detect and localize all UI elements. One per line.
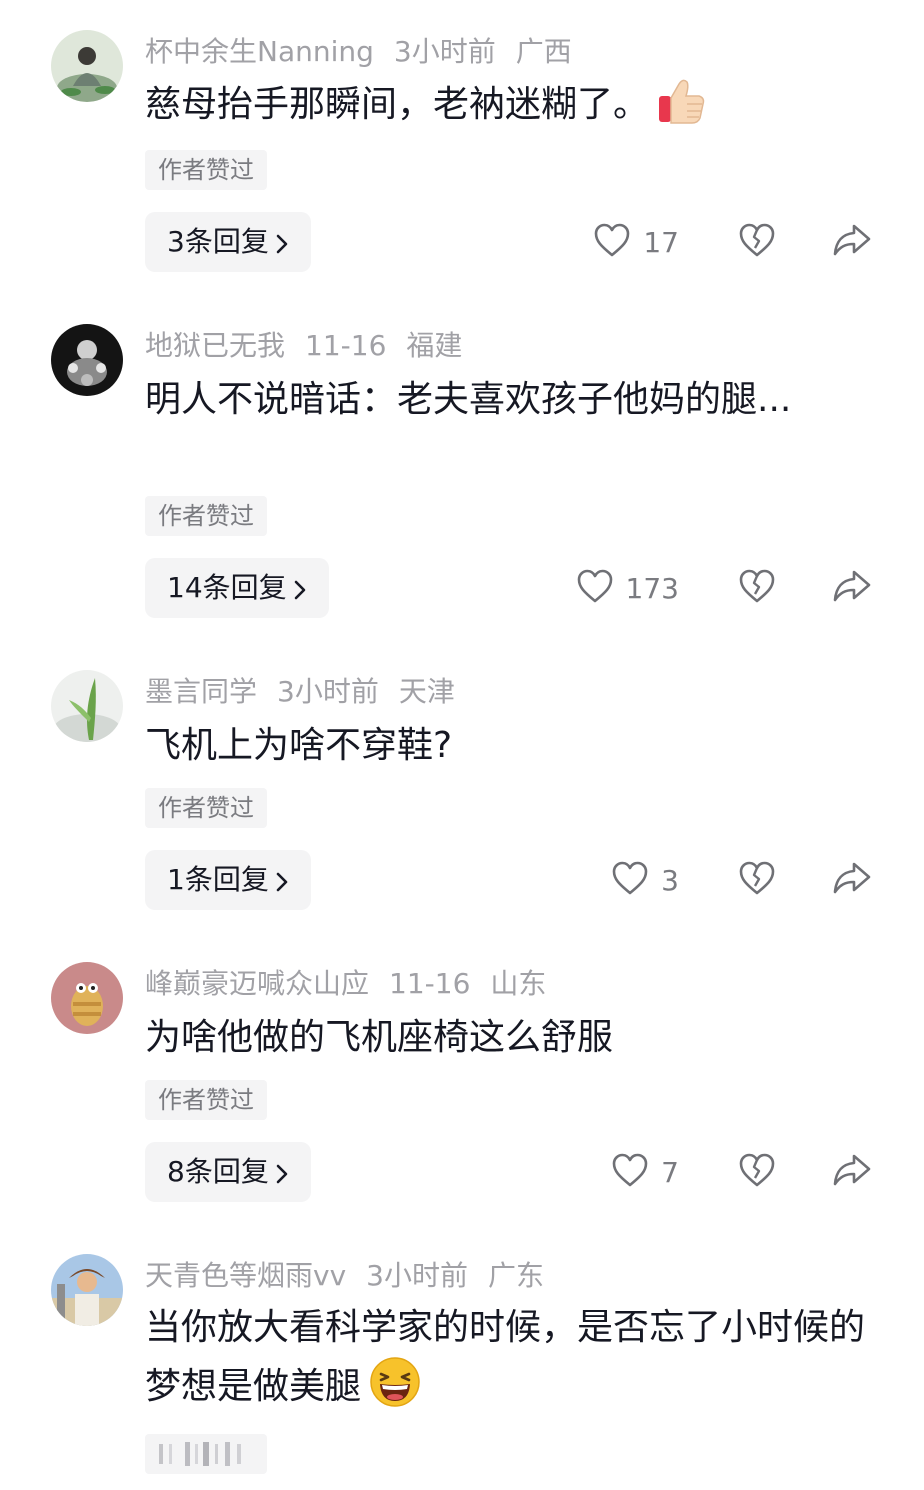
like-count: 3	[661, 863, 679, 897]
view-replies-button[interactable]: 14条回复	[145, 558, 329, 618]
like-count: 17	[643, 225, 679, 259]
comment-text: 为啥他做的飞机座椅这么舒服	[145, 1017, 614, 1058]
like-count: 173	[625, 571, 679, 605]
chevron-right-icon	[293, 562, 307, 622]
chevron-right-icon	[275, 216, 289, 276]
comment-item: 峰巅豪迈喊众山应 11-16 山东 为啥他做的飞机座椅这么舒服 作者赞过 8条回复 …	[0, 962, 924, 1212]
share-icon[interactable]	[832, 860, 872, 900]
share-icon[interactable]	[832, 222, 872, 262]
view-replies-button[interactable]: 1条回复	[145, 850, 311, 910]
view-replies-button[interactable]: 8条回复	[145, 1142, 311, 1202]
avatar[interactable]	[51, 324, 123, 396]
comment-meta: 峰巅豪迈喊众山应 11-16 山东	[145, 964, 546, 1004]
like-count: 7	[661, 1155, 679, 1189]
comment-time: 11-16	[305, 329, 387, 362]
replies-count: 1条回复	[167, 863, 269, 896]
username[interactable]: 杯中余生Nanning	[145, 32, 374, 72]
grinning-squint-face-icon	[369, 1356, 421, 1425]
comment-text-body: 当你放大看科学家的时候，是否忘了小时候的梦想是做美腿	[145, 1307, 866, 1407]
dislike-icon[interactable]	[738, 1152, 776, 1192]
comment-meta: 地狱已无我 11-16 福建	[145, 326, 462, 366]
comment-item: 墨言同学 3小时前 天津 飞机上为啥不穿鞋? 作者赞过 1条回复 3	[0, 670, 924, 920]
username[interactable]: 峰巅豪迈喊众山应	[145, 964, 369, 1004]
comment-meta: 杯中余生Nanning 3小时前 广西	[145, 32, 572, 72]
comment-location: 天津	[398, 675, 455, 708]
like-button[interactable]: 17	[593, 212, 679, 272]
comment-actions: 173	[524, 558, 924, 618]
comment-time: 3小时前	[393, 35, 496, 68]
dislike-icon[interactable]	[738, 222, 776, 262]
chevron-right-icon	[275, 1146, 289, 1206]
comment-actions: 3	[524, 850, 924, 910]
username[interactable]: 天青色等烟雨vv	[145, 1256, 346, 1296]
comment-text: 慈母抬手那瞬间，老衲迷糊了。	[145, 76, 865, 143]
replies-count: 8条回复	[167, 1155, 269, 1188]
comment-actions: 17	[524, 212, 924, 272]
comment-meta: 天青色等烟雨vv 3小时前 广东	[145, 1256, 544, 1296]
heart-icon	[593, 222, 631, 262]
comment-actions: 7	[524, 1142, 924, 1202]
replies-count: 3条回复	[167, 225, 269, 258]
avatar[interactable]	[51, 30, 123, 102]
comment-item: 地狱已无我 11-16 福建 明人不说暗话：老夫喜欢孩子他妈的腿... 作者赞过 1…	[0, 324, 924, 624]
username[interactable]: 地狱已无我	[145, 326, 285, 366]
like-button[interactable]: 173	[576, 558, 679, 618]
author-liked-badge-blurred	[145, 1434, 267, 1474]
comment-text: 当你放大看科学家的时候，是否忘了小时候的梦想是做美腿	[145, 1300, 865, 1425]
comment-text: 飞机上为啥不穿鞋?	[145, 725, 453, 766]
comment-meta: 墨言同学 3小时前 天津	[145, 672, 455, 712]
heart-icon	[611, 860, 649, 900]
dislike-icon[interactable]	[738, 860, 776, 900]
heart-icon	[611, 1152, 649, 1192]
comment-time: 11-16	[389, 967, 471, 1000]
avatar[interactable]	[51, 670, 123, 742]
comment-item: 杯中余生Nanning 3小时前 广西 慈母抬手那瞬间，老衲迷糊了。 作者赞过 3条…	[0, 30, 924, 290]
view-replies-button[interactable]: 3条回复	[145, 212, 311, 272]
like-button[interactable]: 3	[611, 850, 679, 910]
comment-location: 山东	[490, 967, 547, 1000]
author-liked-badge: 作者赞过	[145, 1080, 267, 1120]
comment-location: 广东	[487, 1259, 544, 1292]
share-icon[interactable]	[832, 1152, 872, 1192]
avatar[interactable]	[51, 962, 123, 1034]
comment-location: 福建	[406, 329, 463, 362]
author-liked-badge: 作者赞过	[145, 496, 267, 536]
comment-time: 3小时前	[277, 675, 379, 708]
comment-time: 3小时前	[366, 1259, 468, 1292]
author-liked-badge: 作者赞过	[145, 150, 267, 190]
comment-item: 天青色等烟雨vv 3小时前 广东 当你放大看科学家的时候，是否忘了小时候的梦想是做美…	[0, 1254, 924, 1490]
comment-text: 明人不说暗话：老夫喜欢孩子他妈的腿...	[145, 379, 792, 420]
author-liked-badge: 作者赞过	[145, 788, 267, 828]
dislike-icon[interactable]	[738, 568, 776, 608]
username[interactable]: 墨言同学	[145, 672, 257, 712]
chevron-right-icon	[275, 854, 289, 914]
comment-location: 广西	[515, 35, 572, 68]
thumbs-up-icon	[657, 76, 707, 143]
replies-count: 14条回复	[167, 571, 287, 604]
share-icon[interactable]	[832, 568, 872, 608]
comment-text-body: 慈母抬手那瞬间，老衲迷糊了。	[145, 84, 650, 125]
heart-icon	[576, 568, 614, 608]
avatar[interactable]	[51, 1254, 123, 1326]
like-button[interactable]: 7	[611, 1142, 679, 1202]
